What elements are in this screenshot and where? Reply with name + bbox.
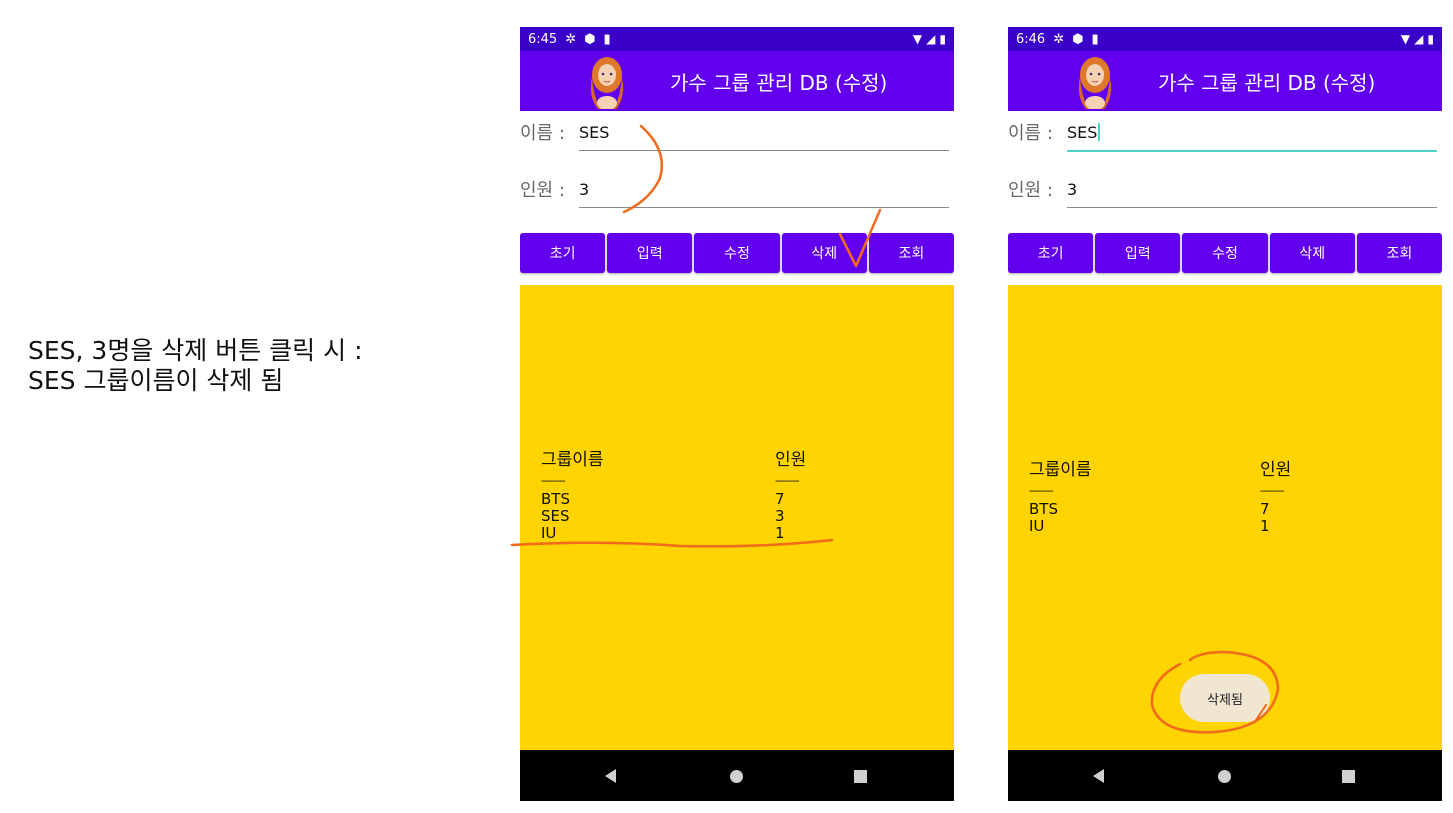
gear-icon: ✲ [565, 31, 577, 47]
button-row: 초기 입력 수정 삭제 조회 [1008, 233, 1442, 273]
app-bar: 가수 그룹 관리 DB (수정) [1008, 51, 1442, 111]
battery-icon: ▮ [1427, 32, 1434, 46]
name-label: 이름 : [520, 123, 565, 144]
name-input[interactable]: SES [1067, 123, 1101, 142]
count-input[interactable]: 3 [579, 180, 589, 199]
count-underline [579, 207, 949, 208]
group-name-cell: IU [1029, 517, 1045, 535]
toast-message: 삭제됨 [1180, 674, 1270, 722]
name-input[interactable]: SES [579, 123, 609, 142]
member-count-cell: 1 [1260, 517, 1270, 535]
navigation-bar [520, 750, 954, 801]
result-panel: 그룹이름 -------- BTS IU 인원 -------- 7 1 삭제됨 [1008, 285, 1442, 750]
wifi-icon: ▼ [1400, 32, 1411, 46]
shield-icon: ⬢ [1072, 31, 1084, 47]
member-count-cell: 1 [775, 524, 785, 542]
status-time: 6:46 [1016, 31, 1046, 47]
back-icon[interactable] [605, 769, 616, 783]
avatar-image [1078, 57, 1112, 109]
count-label: 인원 : [520, 180, 565, 201]
count-underline [1067, 207, 1437, 208]
update-button[interactable]: 수정 [694, 233, 780, 273]
shield-icon: ⬢ [584, 31, 596, 47]
caption: SES, 3명을 삭제 버튼 클릭 시 : SES 그룹이름이 삭제 됨 [28, 336, 363, 396]
group-name-column: 그룹이름 -------- BTS SES IU [541, 452, 604, 542]
group-name-divider: -------- [1029, 484, 1054, 497]
result-panel: 그룹이름 -------- BTS SES IU 인원 -------- 7 3… [520, 285, 954, 750]
signal-icon: ◢ [926, 32, 936, 46]
signal-icon: ◢ [1414, 32, 1424, 46]
caption-line-1: SES, 3명을 삭제 버튼 클릭 시 : [28, 336, 363, 365]
init-button[interactable]: 초기 [520, 233, 606, 273]
gear-icon: ✲ [1053, 31, 1065, 47]
name-field[interactable]: 이름 : SES [1008, 115, 1442, 152]
battery-icon: ▮ [939, 32, 946, 46]
member-count-header: 인원 [1260, 460, 1292, 480]
phone-screen-before: 6:45 ✲ ⬢ ▮ ▼ ◢ ▮ 가수 그룹 관리 DB (수정) 이름 : S… [520, 27, 954, 801]
app-bar: 가수 그룹 관리 DB (수정) [520, 51, 954, 111]
member-count-cell: 7 [775, 490, 785, 508]
name-field[interactable]: 이름 : SES [520, 115, 954, 151]
init-button[interactable]: 초기 [1008, 233, 1094, 273]
caption-line-2: SES 그룹이름이 삭제 됨 [28, 366, 284, 395]
name-input-text: SES [1067, 123, 1098, 142]
count-label: 인원 : [1008, 180, 1053, 201]
sd-card-icon: ▮ [1091, 31, 1099, 47]
app-title: 가수 그룹 관리 DB (수정) [1158, 71, 1376, 95]
status-bar: 6:46 ✲ ⬢ ▮ ▼ ◢ ▮ [1008, 27, 1442, 51]
button-row: 초기 입력 수정 삭제 조회 [520, 233, 954, 273]
home-icon[interactable] [730, 770, 743, 783]
member-count-header: 인원 [775, 450, 807, 470]
phone-screen-after: 6:46 ✲ ⬢ ▮ ▼ ◢ ▮ 가수 그룹 관리 DB (수정) 이름 : S… [1008, 27, 1442, 801]
text-cursor [1098, 123, 1101, 141]
group-name-column: 그룹이름 -------- BTS IU [1029, 462, 1092, 535]
member-count-cell: 3 [775, 507, 785, 525]
name-label: 이름 : [1008, 123, 1053, 144]
navigation-bar [1008, 750, 1442, 801]
count-input[interactable]: 3 [1067, 180, 1077, 199]
member-count-cell: 7 [1260, 500, 1270, 518]
insert-button[interactable]: 입력 [1095, 233, 1181, 273]
group-name-cell: BTS [1029, 500, 1058, 518]
select-button[interactable]: 조회 [868, 233, 954, 273]
update-button[interactable]: 수정 [1182, 233, 1268, 273]
wifi-icon: ▼ [912, 32, 923, 46]
group-name-header: 그룹이름 [541, 450, 604, 470]
member-count-column: 인원 -------- 7 3 1 [775, 452, 806, 542]
group-name-cell: SES [541, 507, 570, 525]
insert-button[interactable]: 입력 [607, 233, 693, 273]
delete-button[interactable]: 삭제 [781, 233, 867, 273]
member-count-divider: -------- [1260, 484, 1285, 497]
name-underline [579, 150, 949, 151]
count-field[interactable]: 인원 : 3 [1008, 172, 1442, 208]
avatar-image [590, 57, 624, 109]
recent-apps-icon[interactable] [1342, 770, 1355, 783]
member-count-divider: -------- [775, 474, 800, 487]
group-name-divider: -------- [541, 474, 566, 487]
status-time: 6:45 [528, 31, 558, 47]
member-count-column: 인원 -------- 7 1 [1260, 462, 1291, 535]
app-title: 가수 그룹 관리 DB (수정) [670, 71, 888, 95]
group-name-header: 그룹이름 [1029, 460, 1092, 480]
status-bar: 6:45 ✲ ⬢ ▮ ▼ ◢ ▮ [520, 27, 954, 51]
recent-apps-icon[interactable] [854, 770, 867, 783]
delete-button[interactable]: 삭제 [1269, 233, 1355, 273]
group-name-cell: BTS [541, 490, 570, 508]
sd-card-icon: ▮ [603, 31, 611, 47]
select-button[interactable]: 조회 [1356, 233, 1442, 273]
count-field[interactable]: 인원 : 3 [520, 172, 954, 208]
name-underline [1067, 150, 1437, 152]
group-name-cell: IU [541, 524, 557, 542]
back-icon[interactable] [1093, 769, 1104, 783]
home-icon[interactable] [1218, 770, 1231, 783]
